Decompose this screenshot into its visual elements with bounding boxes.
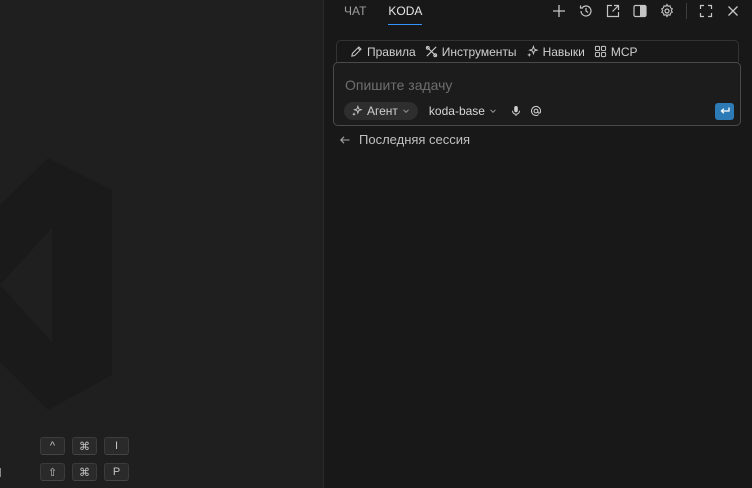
- task-input-box[interactable]: Опишите задачу Агент koda-base: [333, 62, 741, 126]
- tab-koda[interactable]: KODA: [388, 0, 423, 25]
- arrow-left-icon: [340, 135, 350, 144]
- grid-icon: [594, 45, 606, 58]
- maximize-button[interactable]: [697, 2, 715, 20]
- koda-panel: ЧАТ KODA Правила Инструменты Навыки MCP …: [324, 0, 752, 488]
- key-cmd: ⌘: [72, 463, 97, 481]
- feature-rules-label: Правила: [367, 44, 416, 59]
- feature-mcp-label: MCP: [610, 44, 638, 59]
- sparkle-icon: [526, 45, 539, 57]
- feature-tools-label: Инструменты: [441, 44, 517, 59]
- key-shift: ⇧: [40, 463, 65, 481]
- last-session-label: Последняя сессия: [359, 132, 471, 147]
- open-in-editor-button[interactable]: [604, 2, 622, 20]
- editor-area: ^ ⌘ I ⇧ ⌘ P: [0, 0, 323, 488]
- shortcut-row-chat: ^ ⌘ I: [40, 437, 129, 455]
- chevron-down-icon: [403, 109, 409, 114]
- tab-chat[interactable]: ЧАТ: [344, 0, 366, 24]
- feature-tools[interactable]: Инструменты: [425, 45, 517, 59]
- maximize-icon: [699, 4, 713, 18]
- tools-icon: [425, 45, 437, 58]
- toggle-panel-button[interactable]: [631, 2, 649, 20]
- pencil-icon: [351, 46, 362, 57]
- sparkle-icon: [352, 105, 363, 117]
- last-session-link[interactable]: Последняя сессия: [339, 132, 470, 147]
- panel-tabs: ЧАТ KODA: [344, 0, 423, 25]
- input-controls: Агент koda-base: [344, 101, 734, 121]
- feature-bar: Правила Инструменты Навыки MCP: [336, 40, 739, 62]
- settings-button[interactable]: [658, 2, 676, 20]
- enter-icon: [720, 107, 730, 114]
- history-icon: [579, 5, 592, 17]
- mention-button[interactable]: [530, 105, 542, 117]
- close-icon: [728, 6, 738, 16]
- mode-label: Агент: [367, 104, 398, 118]
- key-i: I: [104, 437, 129, 455]
- voice-input-button[interactable]: [510, 105, 522, 117]
- split-panel-icon: [633, 4, 647, 18]
- history-button[interactable]: [577, 2, 595, 20]
- vscode-logo-watermark-icon: [0, 158, 112, 410]
- gear-icon: [660, 3, 674, 18]
- microphone-icon: [511, 106, 520, 116]
- panel-toolbar: [550, 2, 742, 20]
- at-sign-icon: [530, 105, 541, 116]
- chevron-down-icon: [490, 109, 496, 114]
- key-cmd: ⌘: [72, 437, 97, 455]
- toolbar-separator: [686, 3, 687, 19]
- plus-icon: [553, 5, 565, 17]
- close-button[interactable]: [724, 2, 742, 20]
- open-external-icon: [606, 4, 620, 18]
- feature-skills[interactable]: Навыки: [526, 45, 585, 59]
- model-selector[interactable]: koda-base: [429, 104, 497, 118]
- feature-rules[interactable]: Правила: [350, 45, 416, 59]
- model-label: koda-base: [428, 104, 485, 118]
- mode-selector[interactable]: Агент: [344, 102, 418, 120]
- send-button[interactable]: [715, 102, 734, 120]
- feature-mcp[interactable]: MCP: [594, 45, 638, 59]
- key-p: P: [104, 463, 129, 481]
- task-input[interactable]: Опишите задачу: [345, 77, 452, 93]
- key-ctrl: ^: [40, 437, 65, 455]
- shortcut-row-command-palette: ⇧ ⌘ P: [40, 463, 129, 481]
- feature-skills-label: Навыки: [542, 44, 585, 59]
- edge-marker: [0, 468, 1, 477]
- new-chat-button[interactable]: [550, 2, 568, 20]
